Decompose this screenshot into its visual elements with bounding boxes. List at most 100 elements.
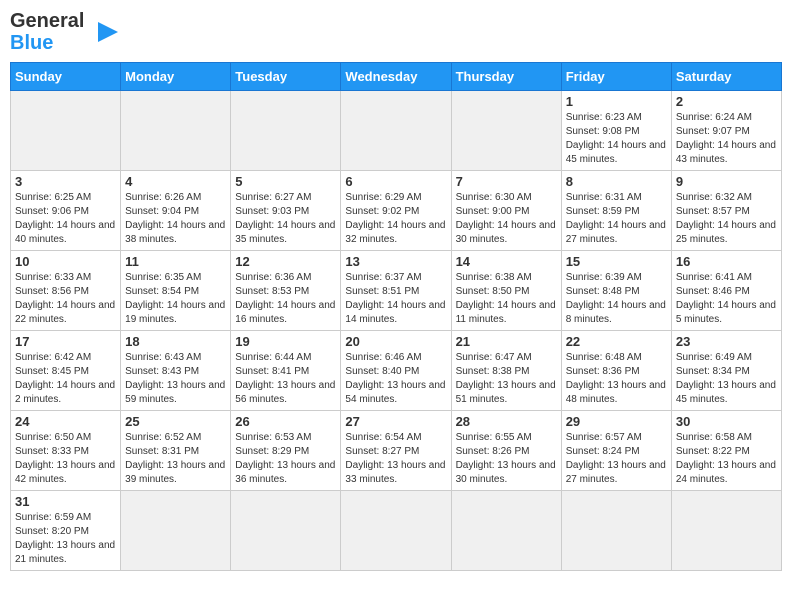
day-header-tuesday: Tuesday — [231, 63, 341, 91]
calendar-cell: 27 Sunrise: 6:54 AMSunset: 8:27 PMDayligh… — [341, 411, 451, 491]
calendar-cell: 15Sunrise: 6:39 AMSunset: 8:48 PMDayligh… — [561, 251, 671, 331]
day-number: 19 — [235, 334, 336, 349]
day-number: 16 — [676, 254, 777, 269]
day-number: 14 — [456, 254, 557, 269]
day-number: 23 — [676, 334, 777, 349]
calendar-cell — [451, 91, 561, 171]
day-number: 31 — [15, 494, 116, 509]
day-number: 17 — [15, 334, 116, 349]
calendar-cell — [11, 91, 121, 171]
day-info: Sunrise: 6:41 AMSunset: 8:46 PMDaylight:… — [676, 271, 777, 327]
calendar-cell — [121, 91, 231, 171]
calendar-cell: 4Sunrise: 6:26 AMSunset: 9:04 PMDaylight… — [121, 171, 231, 251]
day-number: 1 — [566, 94, 667, 109]
calendar-cell: 20 Sunrise: 6:46 AMSunset: 8:40 PMDayligh… — [341, 331, 451, 411]
day-header-monday: Monday — [121, 63, 231, 91]
day-info: Sunrise: 6:27 AMSunset: 9:03 PMDaylight:… — [235, 191, 336, 247]
day-info: Sunrise: 6:46 AMSunset: 8:40 PMDaylight:… — [345, 351, 446, 407]
day-header-friday: Friday — [561, 63, 671, 91]
day-number: 9 — [676, 174, 777, 189]
day-info: Sunrise: 6:57 AMSunset: 8:24 PMDaylight:… — [566, 431, 667, 487]
calendar-cell: 31Sunrise: 6:59 AMSunset: 8:20 PMDayligh… — [11, 491, 121, 571]
day-number: 8 — [566, 174, 667, 189]
day-info: Sunrise: 6:36 AMSunset: 8:53 PMDaylight:… — [235, 271, 336, 327]
day-number: 24 — [15, 414, 116, 429]
calendar-cell: 6 Sunrise: 6:29 AMSunset: 9:02 PMDaylight… — [341, 171, 451, 251]
calendar-cell: 29 Sunrise: 6:57 AMSunset: 8:24 PMDayligh… — [561, 411, 671, 491]
day-header-sunday: Sunday — [11, 63, 121, 91]
calendar-week-2: 3Sunrise: 6:25 AMSunset: 9:06 PMDaylight… — [11, 171, 782, 251]
day-number: 28 — [456, 414, 557, 429]
calendar-cell — [451, 491, 561, 571]
day-number: 29 — [566, 414, 667, 429]
day-info: Sunrise: 6:55 AMSunset: 8:26 PMDaylight:… — [456, 431, 557, 487]
calendar-cell: 10Sunrise: 6:33 AMSunset: 8:56 PMDayligh… — [11, 251, 121, 331]
calendar-cell: 14 Sunrise: 6:38 AMSunset: 8:50 PMDayligh… — [451, 251, 561, 331]
calendar-cell: 22 Sunrise: 6:48 AMSunset: 8:36 PMDayligh… — [561, 331, 671, 411]
calendar-cell: 16 Sunrise: 6:41 AMSunset: 8:46 PMDayligh… — [671, 251, 781, 331]
day-number: 30 — [676, 414, 777, 429]
day-info: Sunrise: 6:38 AMSunset: 8:50 PMDaylight:… — [456, 271, 557, 327]
logo-general: General — [10, 10, 84, 32]
day-header-wednesday: Wednesday — [341, 63, 451, 91]
logo-blue: Blue — [10, 32, 53, 54]
day-info: Sunrise: 6:48 AMSunset: 8:36 PMDaylight:… — [566, 351, 667, 407]
day-header-thursday: Thursday — [451, 63, 561, 91]
day-number: 26 — [235, 414, 336, 429]
day-info: Sunrise: 6:31 AMSunset: 8:59 PMDaylight:… — [566, 191, 667, 247]
calendar-cell — [341, 91, 451, 171]
day-number: 7 — [456, 174, 557, 189]
calendar-cell: 9Sunrise: 6:32 AMSunset: 8:57 PMDaylight… — [671, 171, 781, 251]
page-header: General Blue — [10, 10, 782, 54]
calendar-cell: 11 Sunrise: 6:35 AMSunset: 8:54 PMDayligh… — [121, 251, 231, 331]
calendar-cell: 30 Sunrise: 6:58 AMSunset: 8:22 PMDayligh… — [671, 411, 781, 491]
day-info: Sunrise: 6:42 AMSunset: 8:45 PMDaylight:… — [15, 351, 116, 407]
day-number: 12 — [235, 254, 336, 269]
calendar-cell: 2 Sunrise: 6:24 AMSunset: 9:07 PMDaylight… — [671, 91, 781, 171]
day-number: 27 — [345, 414, 446, 429]
calendar-cell: 1Sunrise: 6:23 AMSunset: 9:08 PMDaylight… — [561, 91, 671, 171]
day-number: 4 — [125, 174, 226, 189]
day-info: Sunrise: 6:29 AMSunset: 9:02 PMDaylight:… — [345, 191, 446, 247]
day-info: Sunrise: 6:58 AMSunset: 8:22 PMDaylight:… — [676, 431, 777, 487]
calendar-cell: 26Sunrise: 6:53 AMSunset: 8:29 PMDayligh… — [231, 411, 341, 491]
calendar-week-6: 31Sunrise: 6:59 AMSunset: 8:20 PMDayligh… — [11, 491, 782, 571]
calendar-week-3: 10Sunrise: 6:33 AMSunset: 8:56 PMDayligh… — [11, 251, 782, 331]
day-number: 3 — [15, 174, 116, 189]
calendar-cell: 24Sunrise: 6:50 AMSunset: 8:33 PMDayligh… — [11, 411, 121, 491]
day-info: Sunrise: 6:39 AMSunset: 8:48 PMDaylight:… — [566, 271, 667, 327]
day-number: 11 — [125, 254, 226, 269]
calendar-header-row: SundayMondayTuesdayWednesdayThursdayFrid… — [11, 63, 782, 91]
calendar-cell: 7 Sunrise: 6:30 AMSunset: 9:00 PMDaylight… — [451, 171, 561, 251]
calendar-table: SundayMondayTuesdayWednesdayThursdayFrid… — [10, 62, 782, 571]
calendar-cell: 28 Sunrise: 6:55 AMSunset: 8:26 PMDayligh… — [451, 411, 561, 491]
calendar-cell — [671, 491, 781, 571]
day-number: 22 — [566, 334, 667, 349]
day-info: Sunrise: 6:47 AMSunset: 8:38 PMDaylight:… — [456, 351, 557, 407]
day-info: Sunrise: 6:54 AMSunset: 8:27 PMDaylight:… — [345, 431, 446, 487]
day-number: 18 — [125, 334, 226, 349]
day-number: 25 — [125, 414, 226, 429]
calendar-cell: 13Sunrise: 6:37 AMSunset: 8:51 PMDayligh… — [341, 251, 451, 331]
day-number: 6 — [345, 174, 446, 189]
calendar-cell: 23 Sunrise: 6:49 AMSunset: 8:34 PMDayligh… — [671, 331, 781, 411]
logo: General Blue — [10, 10, 118, 54]
calendar-cell — [121, 491, 231, 571]
day-info: Sunrise: 6:24 AMSunset: 9:07 PMDaylight:… — [676, 111, 777, 167]
day-number: 2 — [676, 94, 777, 109]
day-number: 20 — [345, 334, 446, 349]
day-number: 5 — [235, 174, 336, 189]
calendar-cell: 5 Sunrise: 6:27 AMSunset: 9:03 PMDaylight… — [231, 171, 341, 251]
calendar-cell: 25Sunrise: 6:52 AMSunset: 8:31 PMDayligh… — [121, 411, 231, 491]
day-info: Sunrise: 6:43 AMSunset: 8:43 PMDaylight:… — [125, 351, 226, 407]
day-info: Sunrise: 6:35 AMSunset: 8:54 PMDaylight:… — [125, 271, 226, 327]
day-info: Sunrise: 6:44 AMSunset: 8:41 PMDaylight:… — [235, 351, 336, 407]
day-info: Sunrise: 6:49 AMSunset: 8:34 PMDaylight:… — [676, 351, 777, 407]
calendar-cell — [561, 491, 671, 571]
day-number: 21 — [456, 334, 557, 349]
day-info: Sunrise: 6:37 AMSunset: 8:51 PMDaylight:… — [345, 271, 446, 327]
calendar-cell: 12 Sunrise: 6:36 AMSunset: 8:53 PMDayligh… — [231, 251, 341, 331]
calendar-cell: 19 Sunrise: 6:44 AMSunset: 8:41 PMDayligh… — [231, 331, 341, 411]
logo-triangle-icon — [90, 18, 118, 46]
day-info: Sunrise: 6:30 AMSunset: 9:00 PMDaylight:… — [456, 191, 557, 247]
